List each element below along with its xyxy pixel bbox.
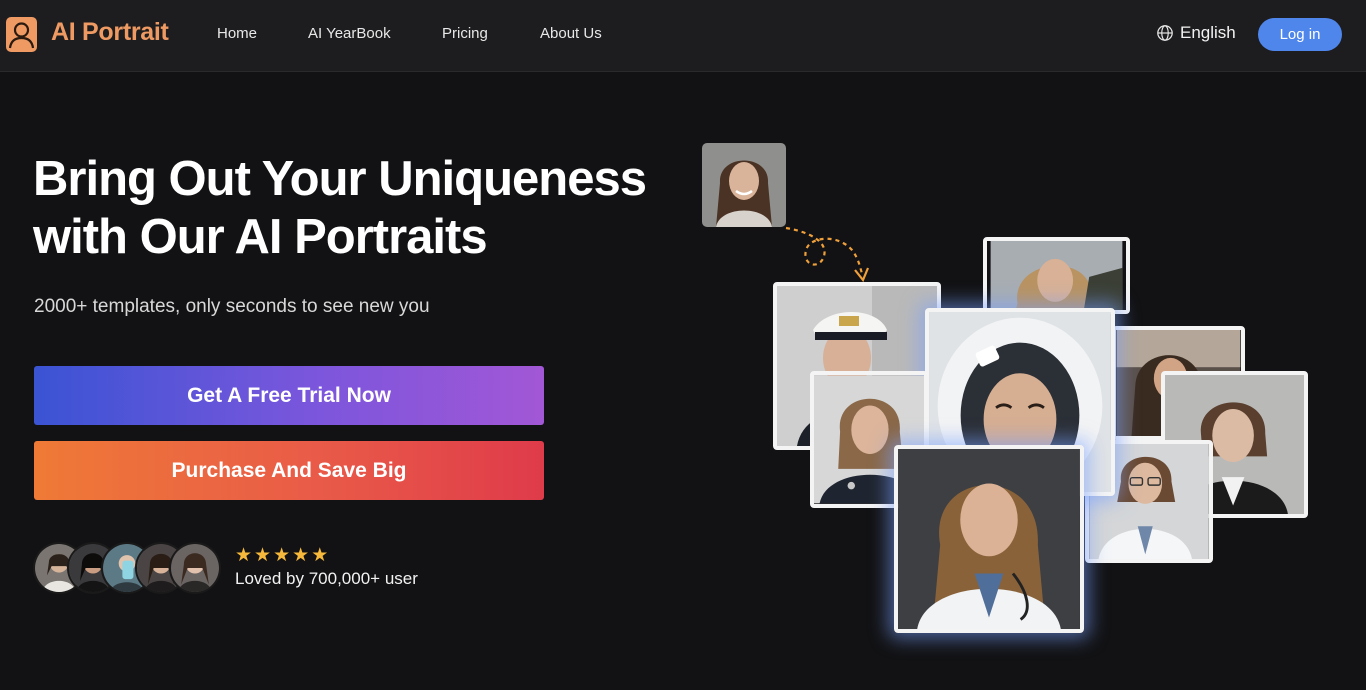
outdoor-portrait <box>983 237 1130 314</box>
nav-about-us[interactable]: About Us <box>540 25 602 42</box>
star-icon: ★ <box>311 545 329 566</box>
nav-home[interactable]: Home <box>217 25 257 42</box>
avatar <box>169 542 221 594</box>
rating-stars: ★ ★ ★ ★ ★ <box>235 546 328 565</box>
free-trial-button[interactable]: Get A Free Trial Now <box>34 366 544 425</box>
nav-ai-yearbook[interactable]: AI YearBook <box>308 25 391 42</box>
star-icon: ★ <box>254 545 272 566</box>
hero-headline: Bring Out Your Uniqueness with Our AI Po… <box>33 150 693 266</box>
star-icon: ★ <box>292 545 310 566</box>
brand-name[interactable]: AI Portrait <box>51 18 169 47</box>
headline-line-1: Bring Out Your Uniqueness <box>33 152 647 206</box>
language-label: English <box>1180 23 1236 42</box>
person-icon[interactable] <box>6 17 37 52</box>
globe-icon <box>1157 25 1173 41</box>
star-icon: ★ <box>273 545 291 566</box>
dashed-arrow-icon <box>785 226 870 283</box>
source-photo <box>702 143 786 227</box>
headline-line-2: with Our AI Portraits <box>33 210 488 264</box>
social-proof-text: Loved by 700,000+ user <box>235 569 418 588</box>
hero-subtitle: 2000+ templates, only seconds to see new… <box>34 296 430 317</box>
purchase-button[interactable]: Purchase And Save Big <box>34 441 544 500</box>
top-navbar: AI Portrait Home AI YearBook Pricing Abo… <box>0 0 1366 72</box>
doctor-portrait <box>894 445 1084 633</box>
language-selector[interactable]: English <box>1156 23 1236 43</box>
login-button[interactable]: Log in <box>1258 18 1342 51</box>
nav-pricing[interactable]: Pricing <box>442 25 488 42</box>
star-icon: ★ <box>235 545 253 566</box>
